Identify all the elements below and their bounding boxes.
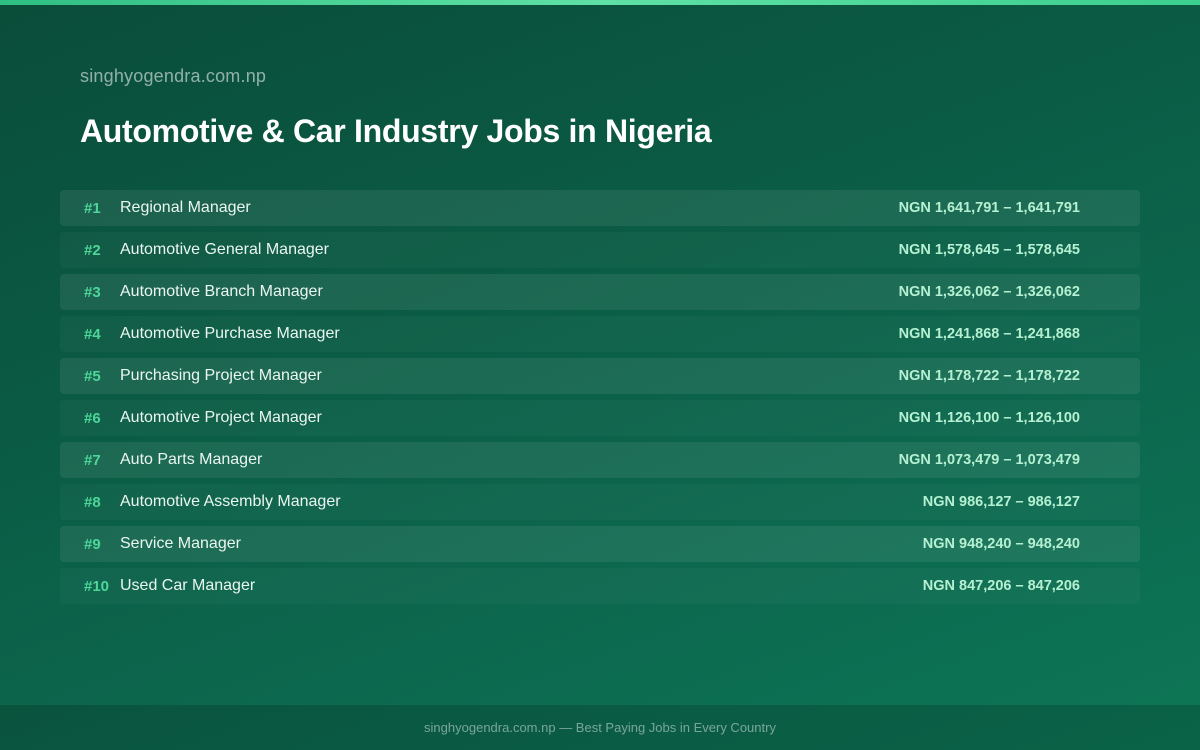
job-rank: #2: [84, 241, 101, 259]
job-salary: NGN 1,326,062 – 1,326,062: [898, 284, 1080, 300]
job-salary: NGN 847,206 – 847,206: [922, 578, 1080, 594]
job-title: Purchasing Project Manager: [120, 367, 322, 384]
job-title: Auto Parts Manager: [120, 451, 263, 468]
job-title: Automotive Branch Manager: [120, 283, 323, 300]
job-title: Regional Manager: [120, 199, 251, 216]
job-salary: NGN 1,178,722 – 1,178,722: [898, 368, 1080, 384]
job-rank: #3: [84, 283, 101, 301]
job-row[interactable]: #7 Auto Parts Manager NGN 1,073,479 – 1,…: [60, 442, 1140, 478]
job-row[interactable]: #2 Automotive General Manager NGN 1,578,…: [60, 232, 1140, 268]
job-title: Used Car Manager: [120, 577, 256, 594]
job-row[interactable]: #4 Automotive Purchase Manager NGN 1,241…: [60, 316, 1140, 352]
job-title: Automotive Purchase Manager: [120, 325, 340, 342]
job-list: #1 Regional Manager NGN 1,641,791 – 1,64…: [60, 190, 1140, 610]
job-row[interactable]: #5 Purchasing Project Manager NGN 1,178,…: [60, 358, 1140, 394]
footer-text: singhyogendra.com.np — Best Paying Jobs …: [424, 720, 776, 735]
job-salary: NGN 1,073,479 – 1,073,479: [898, 452, 1080, 468]
job-rank: #7: [84, 451, 101, 469]
job-title: Service Manager: [120, 535, 241, 552]
job-row[interactable]: #6 Automotive Project Manager NGN 1,126,…: [60, 400, 1140, 436]
top-accent-bar: [0, 0, 1200, 5]
job-salary: NGN 1,241,868 – 1,241,868: [898, 326, 1080, 342]
job-row[interactable]: #9 Service Manager NGN 948,240 – 948,240: [60, 526, 1140, 562]
job-salary: NGN 1,578,645 – 1,578,645: [898, 242, 1080, 258]
job-rank: #6: [84, 409, 101, 427]
job-salary: NGN 1,641,791 – 1,641,791: [898, 200, 1080, 216]
job-rank: #8: [84, 493, 101, 511]
job-salary: NGN 1,126,100 – 1,126,100: [898, 410, 1080, 426]
job-rank: #1: [84, 199, 101, 217]
job-title: Automotive Project Manager: [120, 409, 322, 426]
job-row[interactable]: #8 Automotive Assembly Manager NGN 986,1…: [60, 484, 1140, 520]
job-rank: #5: [84, 367, 101, 385]
job-rank: #4: [84, 325, 101, 343]
job-rank: #9: [84, 535, 101, 553]
job-row[interactable]: #1 Regional Manager NGN 1,641,791 – 1,64…: [60, 190, 1140, 226]
job-row[interactable]: #3 Automotive Branch Manager NGN 1,326,0…: [60, 274, 1140, 310]
footer: singhyogendra.com.np — Best Paying Jobs …: [0, 705, 1200, 750]
job-title: Automotive General Manager: [120, 241, 329, 258]
job-title: Automotive Assembly Manager: [120, 493, 341, 510]
job-salary: NGN 986,127 – 986,127: [922, 494, 1080, 510]
job-salary: NGN 948,240 – 948,240: [922, 536, 1080, 552]
job-row[interactable]: #10 Used Car Manager NGN 847,206 – 847,2…: [60, 568, 1140, 604]
job-rank: #10: [84, 577, 110, 595]
page-title: Automotive & Car Industry Jobs in Nigeri…: [80, 113, 712, 149]
site-name[interactable]: singhyogendra.com.np: [80, 66, 266, 87]
